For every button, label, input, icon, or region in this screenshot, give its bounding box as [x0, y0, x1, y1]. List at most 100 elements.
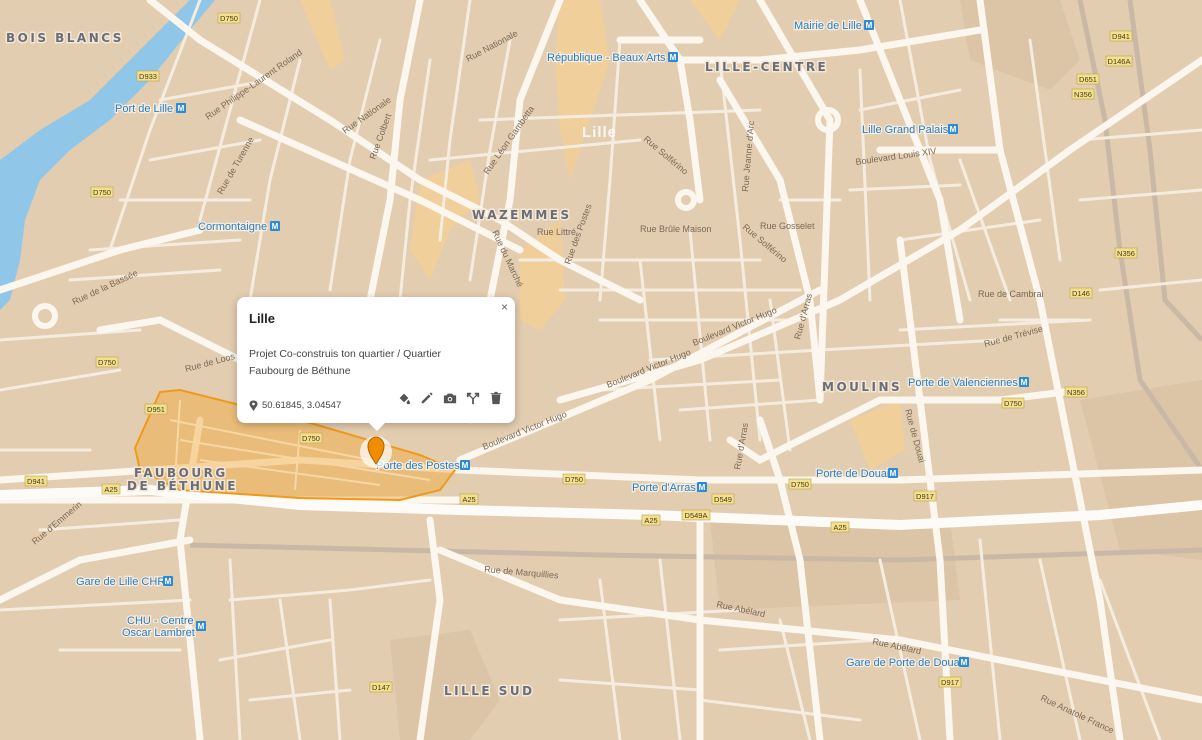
- road-shield: D146: [1069, 287, 1093, 299]
- street-label: Rue Brûle Maison: [640, 224, 712, 234]
- svg-text:D933: D933: [139, 72, 157, 81]
- metro-icon: M: [697, 482, 707, 492]
- district-lille-centre: LILLE-CENTRE: [705, 60, 828, 74]
- svg-text:M: M: [272, 222, 279, 231]
- metro-icon: M: [888, 468, 898, 478]
- metro-grand-palais: Lille Grand Palais: [862, 124, 949, 136]
- camera-icon[interactable]: [442, 390, 457, 405]
- district-faubourg-line2: DE BÉTHUNE: [127, 478, 238, 493]
- road-shield: D549A: [681, 509, 711, 521]
- road-shield: D750: [217, 12, 241, 24]
- svg-text:D549A: D549A: [685, 511, 708, 520]
- svg-text:M: M: [198, 622, 205, 631]
- location-pin-icon: [249, 400, 258, 411]
- road-shield: N356: [1064, 386, 1088, 398]
- district-moulins: MOULINS: [822, 380, 902, 394]
- svg-text:D750: D750: [1004, 399, 1022, 408]
- svg-text:D750: D750: [791, 480, 809, 489]
- svg-text:D146A: D146A: [1108, 57, 1131, 66]
- district-lille-sud: LILLE SUD: [444, 684, 535, 698]
- district-wazemmes: WAZEMMES: [472, 208, 572, 222]
- svg-text:M: M: [462, 461, 469, 470]
- coordinates-text: 50.61845, 3.04547: [262, 400, 342, 411]
- svg-text:D147: D147: [372, 683, 390, 692]
- metro-republique: République - Beaux Arts: [547, 52, 666, 64]
- svg-text:N356: N356: [1117, 249, 1135, 258]
- directions-icon[interactable]: [465, 390, 480, 405]
- road-shield: D147: [369, 681, 393, 693]
- city-label: Lille: [582, 124, 617, 141]
- svg-text:M: M: [165, 577, 172, 586]
- district-faubourg-line1: FAUBOURG: [134, 466, 228, 480]
- metro-icon: M: [176, 103, 186, 113]
- metro-gare-porte-douai: Gare de Porte de Douai: [846, 657, 962, 669]
- street-label: Rue Gosselet: [760, 221, 815, 231]
- svg-text:D941: D941: [1112, 32, 1130, 41]
- svg-text:D750: D750: [93, 188, 111, 197]
- svg-text:A25: A25: [462, 495, 475, 504]
- svg-text:D951: D951: [147, 405, 165, 414]
- svg-text:M: M: [866, 21, 873, 30]
- svg-text:M: M: [1021, 378, 1028, 387]
- road-shield: D750: [788, 478, 812, 490]
- road-shield: D951: [144, 403, 168, 415]
- road-shield: A25: [641, 514, 661, 526]
- edit-icon[interactable]: [419, 390, 434, 405]
- road-shield: D750: [95, 356, 119, 368]
- road-shield: D651: [1076, 73, 1100, 85]
- map-marker[interactable]: [360, 436, 392, 468]
- road-shield: A25: [830, 521, 850, 533]
- close-icon[interactable]: ×: [501, 300, 508, 314]
- road-shield: A25: [459, 493, 479, 505]
- metro-icon: M: [460, 460, 470, 470]
- svg-text:D750: D750: [220, 14, 238, 23]
- road-shield: D146A: [1105, 55, 1133, 67]
- metro-gare-chr: Gare de Lille CHR: [76, 576, 165, 588]
- svg-text:D941: D941: [27, 477, 45, 486]
- fill-style-icon[interactable]: [396, 390, 411, 405]
- info-popup: × Lille Projet Co-construis ton quartier…: [237, 297, 515, 431]
- road-shield: D750: [562, 473, 586, 485]
- metro-icon: M: [270, 221, 280, 231]
- road-shield: D917: [938, 676, 962, 688]
- metro-porte-valenciennes: Porte de Valenciennes: [908, 377, 1018, 389]
- metro-icon: M: [1019, 377, 1029, 387]
- train-icon: M: [959, 657, 969, 667]
- map-canvas[interactable]: BOIS BLANCS LILLE-CENTRE WAZEMMES MOULIN…: [0, 0, 1202, 740]
- metro-icon: M: [668, 52, 678, 62]
- svg-text:D651: D651: [1079, 75, 1097, 84]
- popup-description: Projet Co-construis ton quartier / Quart…: [249, 348, 441, 377]
- street-label: Rue de Cambrai: [978, 289, 1044, 299]
- svg-text:N356: N356: [1067, 388, 1085, 397]
- svg-text:D750: D750: [302, 434, 320, 443]
- metro-chu-line1: CHU - Centre: [127, 615, 194, 627]
- metro-porte-d-arras: Porte d'Arras: [632, 482, 696, 494]
- svg-text:D917: D917: [941, 678, 959, 687]
- svg-text:N356: N356: [1074, 90, 1092, 99]
- delete-icon[interactable]: [488, 390, 503, 405]
- district-bois-blancs: BOIS BLANCS: [6, 31, 124, 45]
- metro-mairie: Mairie de Lille: [794, 20, 862, 32]
- svg-text:D549: D549: [714, 495, 732, 504]
- svg-text:M: M: [699, 483, 706, 492]
- train-icon: M: [163, 576, 173, 586]
- road-shield: D941: [1109, 30, 1133, 42]
- svg-text:D146: D146: [1072, 289, 1090, 298]
- road-shield: D549: [711, 493, 735, 505]
- svg-text:A25: A25: [104, 485, 117, 494]
- popup-title: Lille: [249, 311, 276, 326]
- svg-text:A25: A25: [644, 516, 657, 525]
- popup-pointer: [369, 423, 385, 431]
- svg-text:D917: D917: [916, 492, 934, 501]
- metro-cormontaigne: Cormontaigne: [198, 221, 267, 233]
- metro-port-de-lille: Port de Lille: [115, 103, 173, 115]
- road-shield: D933: [136, 70, 160, 82]
- metro-icon: M: [948, 124, 958, 134]
- svg-text:M: M: [961, 658, 968, 667]
- svg-text:M: M: [950, 125, 957, 134]
- metro-porte-de-douai: Porte de Douai: [816, 468, 889, 480]
- road-shield: D941: [24, 475, 48, 487]
- metro-icon: M: [196, 621, 206, 631]
- road-shield: D750: [1001, 397, 1025, 409]
- svg-text:D750: D750: [565, 475, 583, 484]
